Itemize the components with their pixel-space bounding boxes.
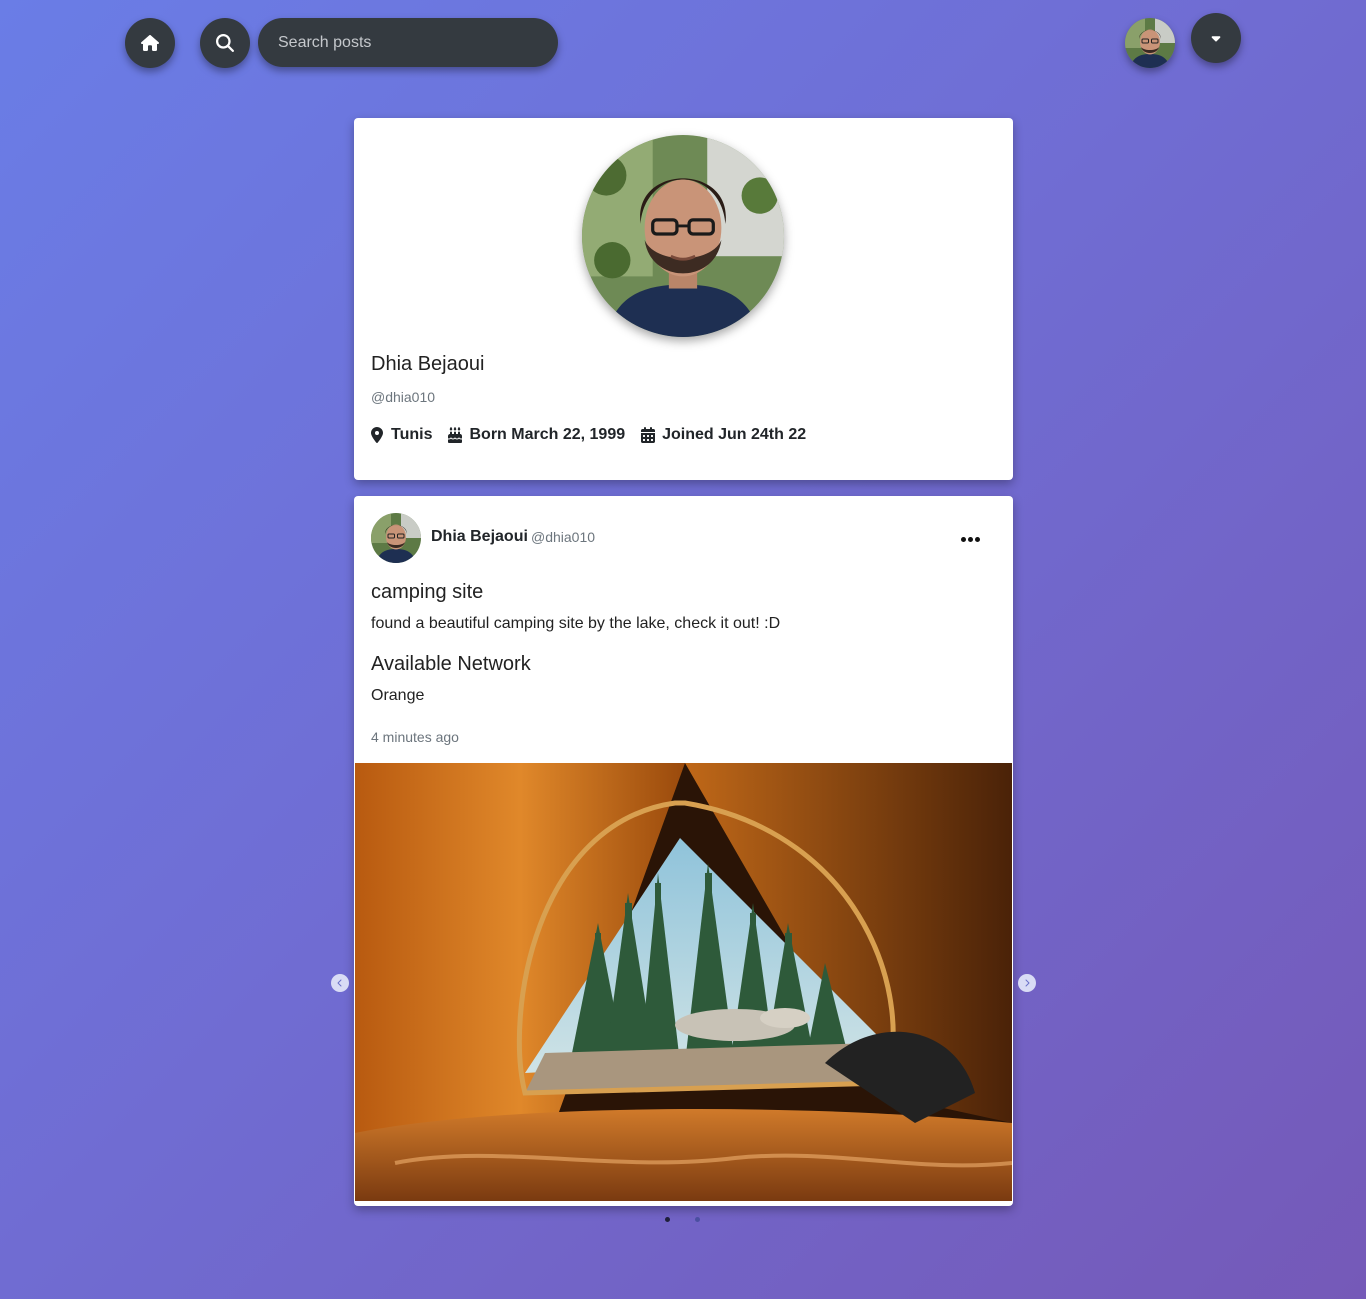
search-input[interactable]	[258, 18, 558, 67]
user-avatar[interactable]	[1125, 18, 1175, 68]
avatar-image	[1125, 18, 1175, 68]
network-value: Orange	[371, 687, 425, 704]
tent-view-image	[355, 763, 1012, 1201]
chevron-right-icon	[1025, 979, 1030, 987]
carousel-prev-button[interactable]	[331, 974, 349, 992]
post-author-avatar[interactable]	[371, 513, 421, 563]
profile-photo-image	[582, 135, 784, 337]
post-avatar-image	[371, 513, 421, 563]
caret-down-icon	[1211, 36, 1221, 42]
map-pin-icon	[371, 427, 383, 443]
carousel-next-button[interactable]	[1018, 974, 1036, 992]
location-info: Tunis	[370, 426, 432, 444]
search-icon	[216, 34, 234, 52]
joined-text: Joined Jun 24th 22	[662, 426, 807, 443]
profile-meta: Tunis Born March 22, 1999 Joined Jun 24t…	[370, 426, 822, 444]
birthday-text: Born March 22, 1999	[469, 426, 626, 443]
post-author-handle: @dhia010	[531, 529, 596, 545]
birthday-info: Born March 22, 1999	[448, 426, 625, 444]
post-title: camping site	[371, 581, 484, 603]
account-menu-button[interactable]	[1191, 13, 1241, 63]
calendar-icon	[641, 427, 656, 443]
joined-info: Joined Jun 24th 22	[641, 426, 806, 444]
post-body: found a beautiful camping site by the la…	[371, 615, 781, 632]
home-icon	[141, 35, 159, 51]
ellipsis-icon	[960, 536, 966, 542]
home-button[interactable]	[125, 18, 175, 68]
profile-name: Dhia Bejaoui	[371, 353, 485, 375]
network-heading: Available Network	[371, 653, 531, 675]
carousel-indicator-2[interactable]	[695, 1217, 700, 1222]
search-button[interactable]	[200, 18, 250, 68]
post-options-button[interactable]	[955, 526, 985, 552]
carousel-indicator-1[interactable]	[665, 1217, 670, 1222]
profile-photo	[582, 135, 784, 337]
chevron-left-icon	[337, 979, 342, 987]
birthday-cake-icon	[448, 427, 463, 443]
profile-handle: @dhia010	[371, 389, 436, 405]
post-image[interactable]	[355, 763, 1012, 1201]
location-text: Tunis	[391, 426, 433, 443]
post-author-name[interactable]: Dhia Bejaoui	[431, 528, 528, 546]
post-timestamp: 4 minutes ago	[371, 729, 459, 745]
